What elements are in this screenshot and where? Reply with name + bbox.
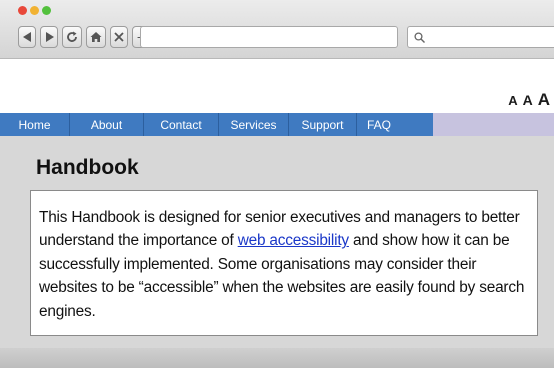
font-size-medium-button[interactable]: A — [523, 92, 533, 108]
reload-button[interactable] — [62, 26, 82, 48]
search-icon — [414, 31, 425, 43]
handbook-text-box: This Handbook is designed for senior exe… — [30, 190, 538, 336]
main-menu: Home About Contact Services Support FAQ — [0, 113, 433, 136]
minimize-window-button[interactable] — [30, 6, 39, 15]
forward-arrow-icon — [45, 32, 54, 42]
navigation-buttons: + — [18, 26, 150, 48]
window-controls — [18, 6, 51, 15]
browser-search-input[interactable] — [407, 26, 554, 48]
menu-item-faq[interactable]: FAQ — [357, 113, 433, 136]
close-window-button[interactable] — [18, 6, 27, 15]
reload-icon — [67, 31, 77, 42]
home-button[interactable] — [86, 26, 106, 48]
back-button[interactable] — [18, 26, 36, 48]
browser-window: + A A A Home About Contact Services Supp… — [0, 0, 554, 368]
stop-button[interactable] — [110, 26, 128, 48]
web-accessibility-link[interactable]: web accessibility — [238, 232, 349, 249]
zoom-window-button[interactable] — [42, 6, 51, 15]
font-size-small-button[interactable]: A — [508, 93, 517, 108]
address-bar[interactable] — [140, 26, 398, 48]
back-arrow-icon — [22, 32, 31, 42]
home-icon — [90, 32, 102, 42]
font-size-controls: A A A — [508, 90, 550, 110]
navigation-bar: Home About Contact Services Support FAQ — [0, 113, 554, 136]
content-area: Handbook This Handbook is designed for s… — [0, 136, 554, 348]
forward-button[interactable] — [40, 26, 58, 48]
browser-toolbar: + — [0, 0, 554, 59]
page-title: Handbook — [36, 156, 139, 179]
menu-item-about[interactable]: About — [70, 113, 144, 136]
close-icon — [114, 32, 124, 42]
font-size-large-button[interactable]: A — [538, 90, 550, 110]
menu-item-support[interactable]: Support — [289, 113, 357, 136]
status-bar — [0, 348, 554, 368]
menu-item-services[interactable]: Services — [219, 113, 289, 136]
menu-item-contact[interactable]: Contact — [144, 113, 219, 136]
menu-item-home[interactable]: Home — [0, 113, 70, 136]
